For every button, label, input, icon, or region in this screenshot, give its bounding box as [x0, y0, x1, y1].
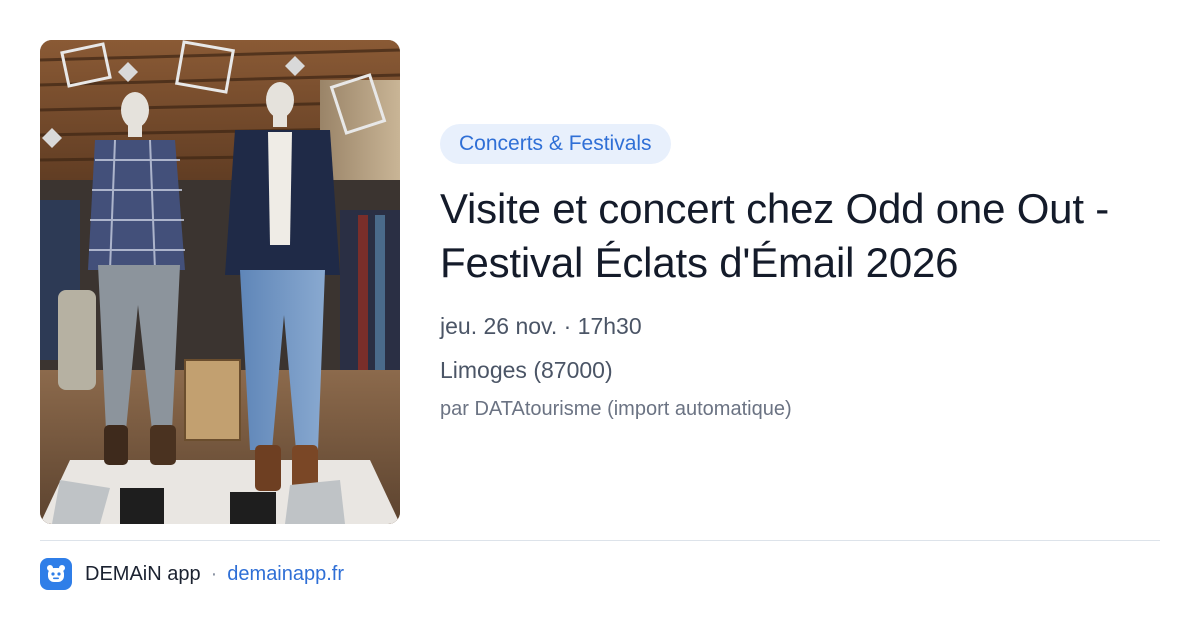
footer-separator: ·	[210, 562, 218, 585]
event-photo[interactable]	[40, 40, 400, 524]
category-badge[interactable]: Concerts & Festivals	[440, 124, 671, 164]
event-date-time: jeu. 26 nov. · 17h30	[440, 313, 642, 339]
event-location: Limoges (87000)	[440, 357, 613, 383]
footer-divider	[40, 540, 1160, 541]
footer: DEMAiN app · demainapp.fr	[40, 557, 344, 591]
event-title[interactable]: Visite et concert chez Odd one Out - Fes…	[440, 182, 1160, 290]
event-source: par DATAtourisme (import automatique)	[440, 398, 792, 420]
demain-app-icon	[40, 558, 72, 590]
app-url-link[interactable]: demainapp.fr	[227, 563, 344, 586]
event-details: Concerts & Festivals Visite et concert c…	[440, 124, 1160, 424]
app-name: DEMAiN app	[85, 562, 201, 585]
